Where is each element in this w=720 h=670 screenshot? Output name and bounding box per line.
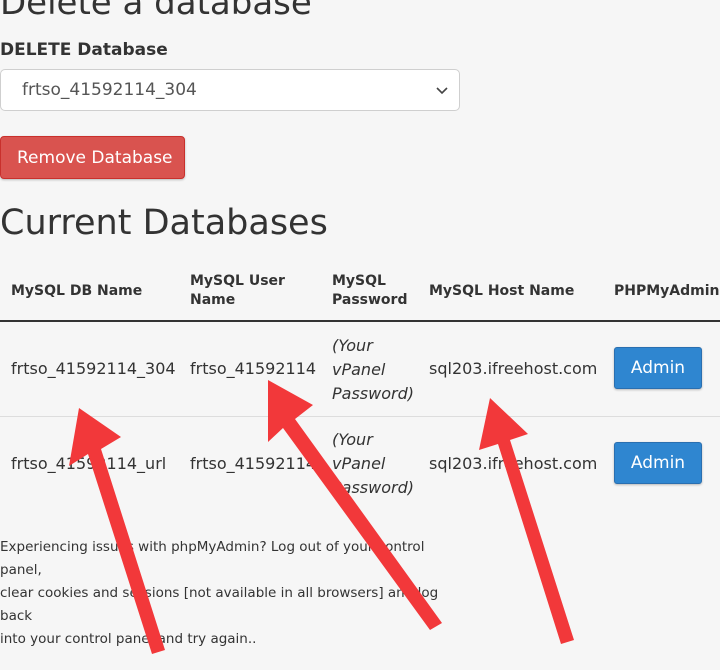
- chevron-down-icon: [436, 87, 448, 95]
- db-password-line1: (Your: [332, 430, 373, 449]
- column-header-host-name: MySQL Host Name: [429, 283, 575, 299]
- remove-database-button[interactable]: Remove Database: [0, 136, 185, 179]
- help-note-line: into your control panel and try again..: [0, 631, 257, 647]
- column-header-phpmyadmin: PHPMyAdmin: [614, 283, 720, 299]
- db-password-line3: Password): [332, 384, 414, 403]
- db-user-cell: frtso_41592114: [190, 454, 317, 473]
- db-password-line3: Password): [332, 478, 414, 497]
- table-header-divider: [0, 320, 720, 322]
- db-password-line1: (Your: [332, 336, 373, 355]
- admin-button[interactable]: Admin: [614, 442, 702, 484]
- column-header-user-name-line1: MySQL User: [190, 273, 285, 289]
- db-password-cell: (Your vPanel Password): [332, 334, 414, 406]
- db-name-cell: frtso_41592114_url: [11, 454, 167, 473]
- column-header-password-line1: MySQL: [332, 273, 386, 289]
- database-select[interactable]: frtso_41592114_304: [0, 69, 460, 111]
- column-header-password: MySQL Password: [332, 272, 407, 310]
- database-select-value: frtso_41592114_304: [22, 80, 197, 100]
- column-header-user-name-line2: Name: [190, 292, 236, 308]
- annotation-arrow: [479, 398, 574, 644]
- column-header-db-name: MySQL DB Name: [11, 283, 143, 299]
- column-header-password-line2: Password: [332, 292, 408, 308]
- admin-button[interactable]: Admin: [614, 347, 702, 389]
- db-host-cell: sql203.ifreehost.com: [429, 359, 598, 378]
- table-row-divider: [0, 416, 720, 417]
- db-host-cell: sql203.ifreehost.com: [429, 454, 598, 473]
- db-password-line2: vPanel: [332, 360, 386, 379]
- db-password-cell: (Your vPanel Password): [332, 428, 414, 500]
- db-user-cell: frtso_41592114: [190, 359, 317, 378]
- delete-database-heading: Delete a database: [0, 0, 312, 23]
- help-note-line: Experiencing issues with phpMyAdmin? Log…: [0, 539, 425, 578]
- delete-database-label: DELETE Database: [0, 40, 168, 60]
- phpmyadmin-help-note: Experiencing issues with phpMyAdmin? Log…: [0, 536, 470, 651]
- help-note-line: clear cookies and sessions [not availabl…: [0, 585, 439, 624]
- db-password-line2: vPanel: [332, 454, 386, 473]
- db-name-cell: frtso_41592114_304: [11, 359, 176, 378]
- column-header-user-name: MySQL User Name: [190, 272, 285, 310]
- current-databases-heading: Current Databases: [0, 203, 328, 243]
